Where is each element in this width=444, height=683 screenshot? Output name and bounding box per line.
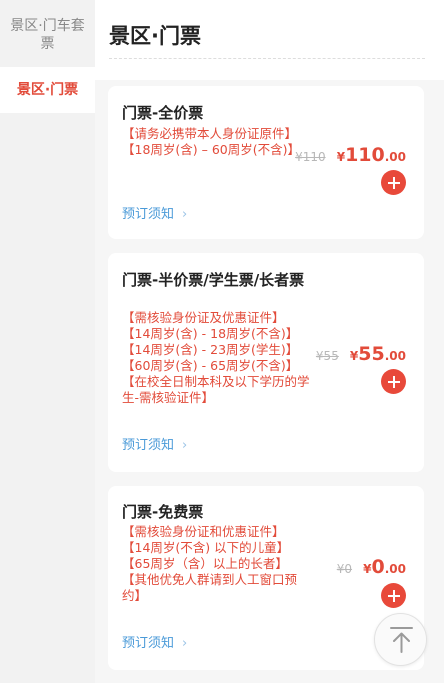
sidebar-item-combo-ticket[interactable]: 景区·门车套票 xyxy=(0,0,95,67)
ticket-name: 门票-半价票/学生票/长者票 xyxy=(122,271,305,289)
ticket-note: 【18周岁(含) – 60周岁(不含)】 xyxy=(122,142,301,157)
ticket-note: 【在校全日制本科及以下学历的学生-需核验证件】 xyxy=(122,374,310,405)
price-decimal: .00 xyxy=(384,349,406,363)
arrow-up-to-top-icon xyxy=(390,627,413,653)
add-ticket-button[interactable] xyxy=(381,369,406,394)
booking-notice-link[interactable]: 预订须知 › xyxy=(122,438,187,454)
ticket-note: 【14周岁(含) - 18周岁(不含)】 xyxy=(122,326,299,341)
ticket-notes: 【请务必携带本人身份证原件】 【18周岁(含) – 60周岁(不含)】 xyxy=(122,126,312,158)
original-price: ¥110 xyxy=(295,150,326,164)
price-integer: 55 xyxy=(358,343,385,365)
ticket-list-panel: 景区·门票 门票-全价票 【请务必携带本人身份证原件】 【18周岁(含) – 6… xyxy=(95,0,444,683)
ticket-note: 【请务必携带本人身份证原件】 xyxy=(122,126,298,141)
ticket-notes: 【需核验身份证及优惠证件】 【14周岁(含) - 18周岁(不含)】 【14周岁… xyxy=(122,310,312,406)
price-row: ¥55 ¥55.00 xyxy=(316,343,406,365)
price-row: ¥110 ¥110.00 xyxy=(295,144,406,166)
ticket-note: 【需核验身份证及优惠证件】 xyxy=(122,310,285,325)
add-ticket-button[interactable] xyxy=(381,583,406,608)
booking-notice-link[interactable]: 预订须知 › xyxy=(122,636,187,652)
scroll-to-top-button[interactable] xyxy=(374,613,427,666)
price-row: ¥0 ¥0.00 xyxy=(337,556,406,578)
ticket-name: 门票-免费票 xyxy=(122,503,204,521)
booking-notice-link[interactable]: 预订须知 › xyxy=(122,207,187,223)
chevron-right-icon: › xyxy=(182,636,188,651)
category-sidebar: 景区·门车套票 景区·门票 xyxy=(0,0,95,683)
price-decimal: .00 xyxy=(384,562,406,576)
ticket-note: 【其他优免人群请到人工窗口预约】 xyxy=(122,572,298,603)
ticket-name: 门票-全价票 xyxy=(122,104,204,122)
original-price: ¥55 xyxy=(315,349,339,363)
sidebar-item-ticket[interactable]: 景区·门票 xyxy=(0,67,95,113)
original-price: ¥0 xyxy=(336,562,353,576)
chevron-right-icon: › xyxy=(182,438,188,453)
title-divider xyxy=(109,58,425,59)
currency-symbol: ¥ xyxy=(363,562,372,576)
ticket-note: 【14周岁(不含) 以下的儿童】 xyxy=(122,540,290,555)
page-title: 景区·门票 xyxy=(109,24,201,48)
ticket-note: 【65周岁（含）以上的长者】 xyxy=(122,556,288,571)
add-ticket-button[interactable] xyxy=(381,170,406,195)
currency-symbol: ¥ xyxy=(336,150,346,164)
price-decimal: .00 xyxy=(384,150,406,164)
ticket-card-half-price: 门票-半价票/学生票/长者票 【需核验身份证及优惠证件】 【14周岁(含) - … xyxy=(108,253,424,472)
booking-notice-label: 预订须知 xyxy=(122,636,175,651)
ticket-note: 【14周岁(含) - 23周岁(学生)】 xyxy=(122,342,299,357)
price-integer: 110 xyxy=(345,144,385,166)
booking-notice-label: 预订须知 xyxy=(122,438,175,453)
price-integer: 0 xyxy=(371,556,385,578)
ticket-note: 【60周岁(含) - 65周岁(不含)】 xyxy=(122,358,299,373)
ticket-notes: 【需核验身份证和优惠证件】 【14周岁(不含) 以下的儿童】 【65周岁（含）以… xyxy=(122,524,312,604)
booking-notice-label: 预订须知 xyxy=(122,207,175,222)
ticket-card-full-price: 门票-全价票 【请务必携带本人身份证原件】 【18周岁(含) – 60周岁(不含… xyxy=(108,86,424,239)
ticket-note: 【需核验身份证和优惠证件】 xyxy=(122,524,285,539)
chevron-right-icon: › xyxy=(182,207,188,222)
